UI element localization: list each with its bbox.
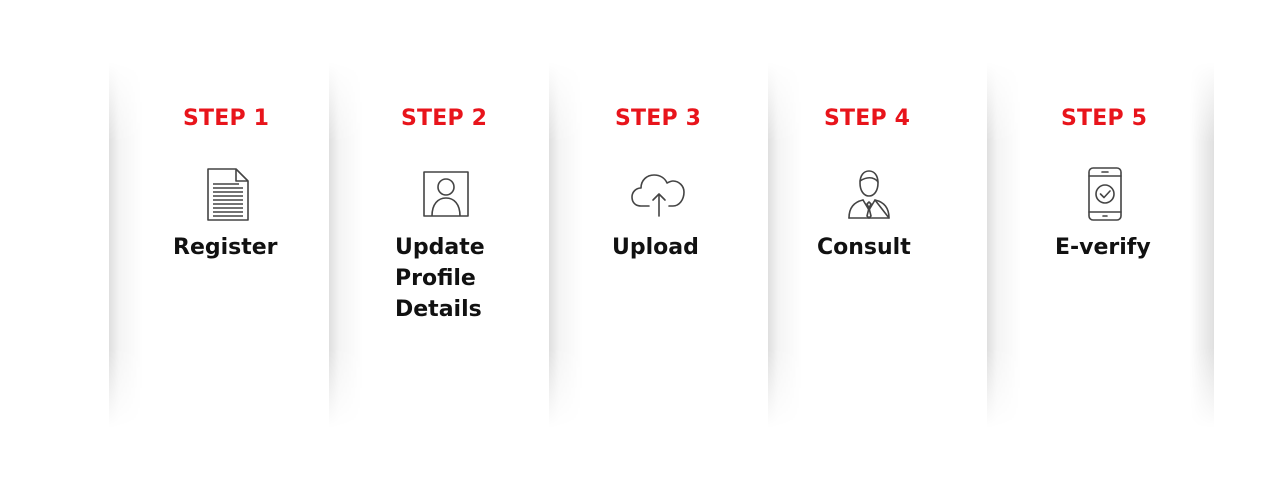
step-card-3: STEP 3 Upload (549, 62, 768, 428)
step-card-5: STEP 5 E-verify (987, 62, 1213, 428)
step-label: Consult (817, 235, 911, 260)
profile-photo-icon (416, 166, 476, 222)
step-card-1: STEP 1 Register (109, 62, 329, 428)
step-number: STEP 1 (183, 106, 270, 131)
panel-edge-shadow (1190, 62, 1214, 428)
document-icon (198, 166, 258, 222)
step-number: STEP 2 (401, 106, 488, 131)
step-number: STEP 5 (1061, 106, 1148, 131)
step-number: STEP 4 (824, 106, 911, 131)
cloud-upload-icon (629, 166, 689, 222)
steps-container: STEP 1 Register STEP 2 Update Profile De… (109, 62, 1213, 428)
step-card-2: STEP 2 Update Profile Details (329, 62, 549, 428)
step-label: Upload (612, 235, 699, 260)
step-label: Update Profile Details (395, 235, 485, 322)
consultant-icon (839, 166, 899, 222)
step-label: E-verify (1055, 235, 1151, 260)
step-card-4: STEP 4 Consult (768, 62, 987, 428)
step-number: STEP 3 (615, 106, 702, 131)
step-label: Register (173, 235, 278, 260)
mobile-verify-icon (1075, 166, 1135, 222)
